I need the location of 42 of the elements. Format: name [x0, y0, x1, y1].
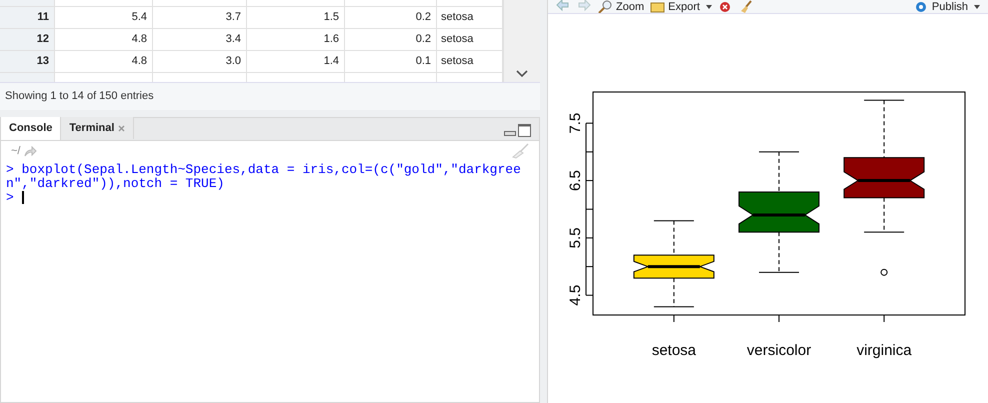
- console-prompt: >: [6, 190, 15, 205]
- forward-arrow-icon[interactable]: [577, 0, 592, 13]
- category-label: virginica: [856, 342, 912, 359]
- table-cell: 1.4: [247, 51, 345, 72]
- table-cell: 5.4: [55, 7, 153, 28]
- working-directory: ~/: [11, 144, 20, 159]
- row-number: 11: [0, 7, 55, 28]
- close-icon[interactable]: [118, 124, 126, 132]
- zoom-button[interactable]: Zoom: [598, 0, 644, 13]
- pane-tab[interactable]: Terminal: [61, 117, 134, 139]
- table-cell: 4.8: [55, 51, 153, 72]
- remove-icon[interactable]: [718, 0, 733, 13]
- table-cell: 0.1: [345, 51, 437, 72]
- maximize-icon[interactable]: [518, 124, 531, 137]
- publish-button[interactable]: Publish: [914, 0, 980, 13]
- category-label: versicolor: [746, 342, 812, 359]
- table-cell: 0.2: [345, 7, 437, 28]
- row-number: 13: [0, 51, 55, 72]
- text-cursor: [22, 191, 24, 204]
- export-button[interactable]: Export: [650, 0, 712, 13]
- table-cell: 4.8: [55, 29, 153, 50]
- table-cell: 3.4: [153, 29, 247, 50]
- category-label: setosa: [652, 342, 696, 359]
- magnifier-icon: [598, 0, 613, 13]
- broom-icon[interactable]: [738, 0, 754, 13]
- table-cell: 1.6: [247, 29, 345, 50]
- console-command: > boxplot(Sepal.Length~Species,data = iris,col=(c("gold","darkgreen","darkred")),notch = TRUE): [6, 163, 522, 191]
- axis-tick-label: 4.5: [567, 284, 584, 306]
- axis-tick-label: 6.5: [567, 170, 584, 191]
- scroll-down-icon[interactable]: [516, 70, 528, 78]
- table-cell: 1.5: [247, 7, 345, 28]
- table-cell: 0.2: [345, 29, 437, 50]
- axis-tick-label: 7.5: [567, 112, 584, 134]
- table-cell: 3.7: [153, 7, 247, 28]
- pane-tab[interactable]: Console: [1, 117, 62, 140]
- axis-tick-label: 5.5: [567, 227, 584, 248]
- row-number: 12: [0, 29, 55, 50]
- back-arrow-icon[interactable]: [556, 0, 571, 13]
- table-info-text: Showing 1 to 14 of 150 entries: [5, 89, 154, 104]
- table-cell: 3.0: [153, 51, 247, 72]
- arrow-icon[interactable]: [24, 146, 38, 156]
- image-icon: [650, 0, 666, 13]
